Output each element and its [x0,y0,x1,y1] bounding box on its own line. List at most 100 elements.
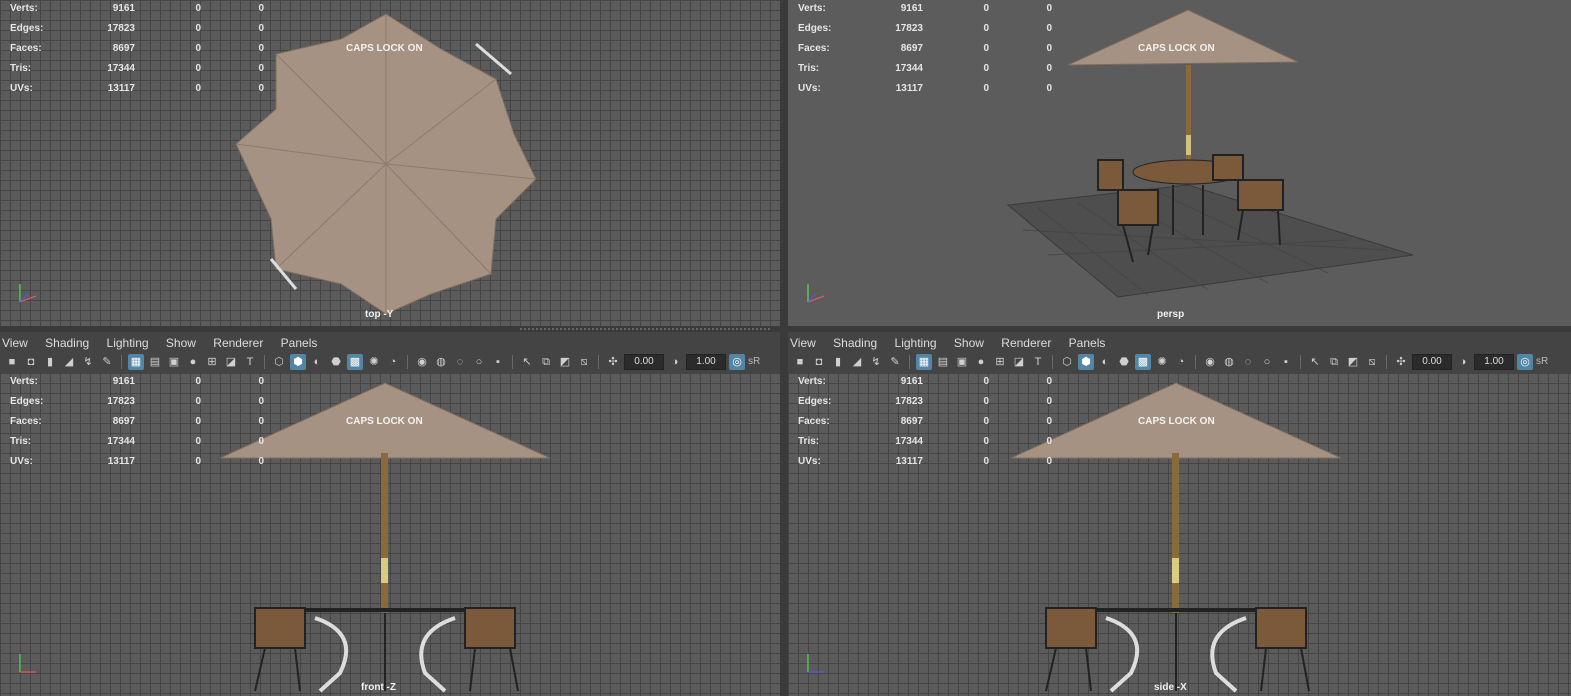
xray-joints-icon[interactable]: ↖ [519,354,535,370]
menu-view[interactable]: View [2,336,28,350]
axis-gizmo-icon [19,654,36,673]
poly-count-hud: Verts: 9161 0 0 Edges: 17823 0 0 Faces: 8697 0 0 … [10,376,264,467]
depth-of-field-icon[interactable]: ○ [471,354,487,370]
xray-active-icon[interactable]: ⧉ [538,354,554,370]
menu-show[interactable]: Show [954,336,984,350]
menu-renderer[interactable]: Renderer [213,336,263,350]
safe-action-icon[interactable]: ◪ [223,354,239,370]
persp-viewport[interactable]: Verts: 9161 0 0 Edges: 17823 0 0 Faces: 8697 0 0 … [788,0,1571,326]
view-transform-label[interactable]: sR [1536,354,1550,370]
motion-blur-icon[interactable]: ◍ [1221,354,1237,370]
panel-menu-bar-front: View Shading Lighting Show Renderer Pane… [0,332,780,373]
gamma-icon[interactable]: ◑ [667,354,683,370]
grid-icon[interactable]: ▦ [916,354,932,370]
exposure-icon[interactable]: ✣ [605,354,621,370]
field-chart-icon[interactable]: ⊞ [992,354,1008,370]
shadows-icon[interactable]: ◔ [1173,354,1189,370]
gate-mask-icon[interactable]: ● [973,354,989,370]
xray-joints-icon[interactable]: ↖ [1307,354,1323,370]
hud-icon[interactable]: ⧅ [1364,354,1380,370]
menu-shading[interactable]: Shading [45,336,89,350]
viewport-divider-vertical[interactable] [780,0,788,696]
2d-pan-zoom-icon[interactable]: ↯ [80,354,96,370]
xray-icon[interactable]: ▩ [1135,354,1151,370]
safe-title-icon[interactable]: T [242,354,258,370]
bookmark-icon[interactable]: ▮ [42,354,58,370]
antialiasing-icon[interactable]: ◌ [1240,354,1256,370]
safe-action-icon[interactable]: ◪ [1011,354,1027,370]
grease-pencil-icon[interactable]: ✎ [887,354,903,370]
textured-icon[interactable]: ◩ [557,354,573,370]
default-material-icon[interactable]: ◐ [1097,354,1113,370]
bookmark-icon[interactable]: ▮ [830,354,846,370]
caps-lock-indicator: CAPS LOCK ON [1138,416,1215,427]
poly-count-hud: Verts: 9161 0 0 Edges: 17823 0 0 Faces: 8697 0 0 … [10,3,264,94]
depth-of-field-icon[interactable]: ○ [1259,354,1275,370]
exposure-field[interactable]: 0.00 [1412,354,1452,370]
panel-menu: View Shading Lighting Show Renderer Pane… [790,336,1119,350]
textured-icon[interactable]: ◩ [1345,354,1361,370]
use-lights-icon[interactable]: ✺ [366,354,382,370]
camera-icon[interactable]: ■ [792,354,808,370]
film-gate-icon[interactable]: ▤ [147,354,163,370]
default-material-icon[interactable]: ◐ [309,354,325,370]
camera-icon[interactable]: ■ [4,354,20,370]
menu-shading[interactable]: Shading [833,336,877,350]
grid-icon[interactable]: ▦ [128,354,144,370]
menu-lighting[interactable]: Lighting [895,336,937,350]
view-transform-label[interactable]: sR [748,354,762,370]
hud-icon[interactable]: ⧅ [576,354,592,370]
smooth-shade-icon[interactable]: ⬢ [1078,354,1094,370]
panel-toolbar: ■ ◘ ▮ ◢ ↯ ✎ ▦ ▤ ▣ ● ⊞ ◪ T ⬡ ⬢ ◐ ⬣ ▩ ✺ ◔ … [4,353,762,371]
grease-pencil-icon[interactable]: ✎ [99,354,115,370]
menu-panels[interactable]: Panels [1069,336,1106,350]
color-management-icon[interactable]: ◎ [729,354,745,370]
panel-toolbar: ■ ◘ ▮ ◢ ↯ ✎ ▦ ▤ ▣ ● ⊞ ◪ T ⬡ ⬢ ◐ ⬣ ▩ ✺ ◔ … [792,353,1550,371]
xray-active-icon[interactable]: ⧉ [1326,354,1342,370]
side-viewport[interactable]: Verts: 9161 0 0 Edges: 17823 0 0 Faces: 8697 0 0 … [788,373,1571,696]
menu-renderer[interactable]: Renderer [1001,336,1051,350]
screen-space-ao-icon[interactable]: ◉ [414,354,430,370]
isolate-select-icon[interactable]: ▪ [1278,354,1294,370]
caps-lock-indicator: CAPS LOCK ON [346,43,423,54]
gamma-field[interactable]: 1.00 [1474,354,1514,370]
motion-blur-icon[interactable]: ◍ [433,354,449,370]
antialiasing-icon[interactable]: ◌ [452,354,468,370]
2d-pan-zoom-icon[interactable]: ↯ [868,354,884,370]
caps-lock-indicator: CAPS LOCK ON [1138,43,1215,54]
gamma-icon[interactable]: ◑ [1455,354,1471,370]
resolution-gate-icon[interactable]: ▣ [166,354,182,370]
wireframe-icon[interactable]: ⬡ [271,354,287,370]
menu-view[interactable]: View [790,336,816,350]
wireframe-icon[interactable]: ⬡ [1059,354,1075,370]
gate-mask-icon[interactable]: ● [185,354,201,370]
screen-space-ao-icon[interactable]: ◉ [1202,354,1218,370]
exposure-field[interactable]: 0.00 [624,354,664,370]
film-gate-icon[interactable]: ▤ [935,354,951,370]
image-plane-icon[interactable]: ◢ [61,354,77,370]
smooth-shade-icon[interactable]: ⬢ [290,354,306,370]
camera-label-side: side -X [1154,682,1187,693]
front-viewport[interactable]: Verts: 9161 0 0 Edges: 17823 0 0 Faces: 8697 0 0 … [0,373,780,696]
menu-show[interactable]: Show [166,336,196,350]
exposure-icon[interactable]: ✣ [1393,354,1409,370]
axis-gizmo-icon [19,284,37,303]
menu-lighting[interactable]: Lighting [107,336,149,350]
field-chart-icon[interactable]: ⊞ [204,354,220,370]
color-management-icon[interactable]: ◎ [1517,354,1533,370]
top-viewport[interactable]: Verts: 9161 0 0 Edges: 17823 0 0 Faces: 8697 0 0 … [0,0,780,326]
resolution-gate-icon[interactable]: ▣ [954,354,970,370]
gamma-field[interactable]: 1.00 [686,354,726,370]
use-lights-icon[interactable]: ✺ [1154,354,1170,370]
shadows-icon[interactable]: ◔ [385,354,401,370]
wireframe-on-shaded-icon[interactable]: ⬣ [1116,354,1132,370]
menu-panels[interactable]: Panels [281,336,318,350]
image-plane-icon[interactable]: ◢ [849,354,865,370]
safe-title-icon[interactable]: T [1030,354,1046,370]
xray-icon[interactable]: ▩ [347,354,363,370]
camera-attributes-icon[interactable]: ◘ [23,354,39,370]
wireframe-on-shaded-icon[interactable]: ⬣ [328,354,344,370]
isolate-select-icon[interactable]: ▪ [490,354,506,370]
camera-attributes-icon[interactable]: ◘ [811,354,827,370]
axis-gizmo-icon [807,654,824,673]
